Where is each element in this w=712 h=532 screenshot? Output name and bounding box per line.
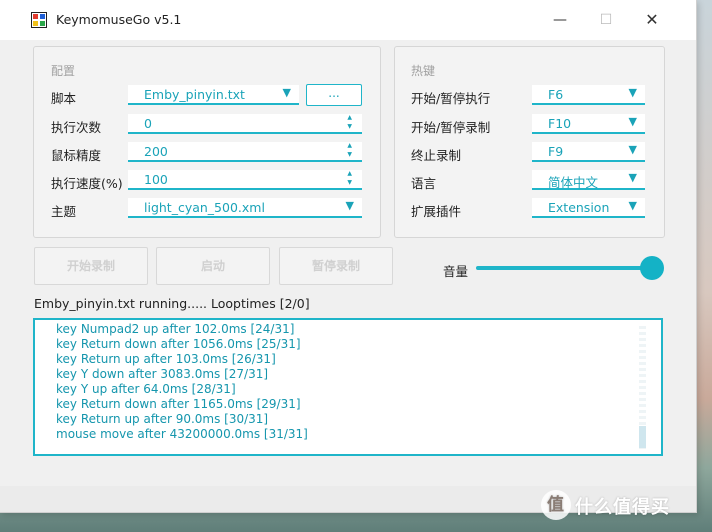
spin-arrows-icon[interactable]: ▲ ▼ <box>347 141 352 159</box>
plugin-value: Extension <box>548 200 610 215</box>
script-label: 脚本 <box>51 91 77 106</box>
log-output[interactable]: key Numpad2 up after 102.0ms [24/31] key … <box>33 318 663 456</box>
minimize-icon[interactable]: — <box>550 10 570 30</box>
language-label: 语言 <box>411 176 437 191</box>
volume-label: 音量 <box>443 264 469 279</box>
chevron-down-icon: ▼ <box>282 86 291 99</box>
mouse-precision-value: 200 <box>144 144 168 159</box>
chevron-down-icon: ▼ <box>628 143 637 156</box>
chevron-down-icon: ▼ <box>628 86 637 99</box>
log-line: key Y down after 3083.0ms [27/31] <box>56 367 269 381</box>
stop-record-label: 终止录制 <box>411 148 462 163</box>
chevron-down-icon: ▼ <box>628 115 637 128</box>
exec-speed-spinbox[interactable]: 100 ▲ ▼ <box>128 170 362 190</box>
start-pause-record-value: F10 <box>548 116 572 131</box>
maximize-icon[interactable]: ☐ <box>596 10 616 30</box>
volume-slider-track[interactable] <box>476 266 652 270</box>
start-pause-record-select[interactable]: F10 ▼ <box>532 114 645 134</box>
exec-count-value: 0 <box>144 116 152 131</box>
mouse-precision-label: 鼠标精度 <box>51 148 102 163</box>
theme-label: 主题 <box>51 204 77 219</box>
log-scrollbar[interactable] <box>639 326 646 450</box>
config-group-title: 配置 <box>51 64 76 78</box>
language-select[interactable]: 简体中文 ▼ <box>532 170 645 190</box>
start-pause-exec-label: 开始/暂停执行 <box>411 91 491 106</box>
pause-record-button[interactable]: 暂停录制 <box>279 247 393 285</box>
exec-speed-label: 执行速度(%) <box>51 176 123 191</box>
spin-arrows-icon[interactable]: ▲ ▼ <box>347 113 352 131</box>
title-bar[interactable]: KeymomuseGo v5.1 — ☐ ✕ <box>0 0 696 40</box>
volume-slider-handle[interactable] <box>640 256 664 280</box>
chevron-down-icon: ▼ <box>345 199 354 212</box>
exec-speed-value: 100 <box>144 172 168 187</box>
window-title: KeymomuseGo v5.1 <box>56 12 182 27</box>
close-icon[interactable]: ✕ <box>642 10 662 30</box>
exec-count-spinbox[interactable]: 0 ▲ ▼ <box>128 114 362 134</box>
exec-count-label: 执行次数 <box>51 120 102 135</box>
watermark-text: 什么值得买 <box>575 497 670 518</box>
watermark-logo: 值 <box>541 490 571 520</box>
log-line: key Return down after 1056.0ms [25/31] <box>56 337 301 351</box>
hotkeys-group-title: 热键 <box>411 64 436 78</box>
log-line: mouse move after 43200000.0ms [31/31] <box>56 427 308 441</box>
spin-arrows-icon[interactable]: ▲ ▼ <box>347 169 352 187</box>
plugin-label: 扩展插件 <box>411 204 462 219</box>
theme-select[interactable]: light_cyan_500.xml ▼ <box>128 198 362 218</box>
theme-value: light_cyan_500.xml <box>144 200 265 215</box>
log-line: key Numpad2 up after 102.0ms [24/31] <box>56 322 295 336</box>
stop-record-select[interactable]: F9 ▼ <box>532 142 645 162</box>
log-line: key Return up after 90.0ms [30/31] <box>56 412 269 426</box>
stop-record-value: F9 <box>548 144 564 159</box>
launch-button[interactable]: 启动 <box>156 247 270 285</box>
start-pause-record-label: 开始/暂停录制 <box>411 120 491 135</box>
log-line: key Return up after 103.0ms [26/31] <box>56 352 276 366</box>
chevron-down-icon: ▼ <box>628 171 637 184</box>
log-lines: key Numpad2 up after 102.0ms [24/31] key … <box>56 322 308 442</box>
app-icon <box>31 12 47 28</box>
status-text: Emby_pinyin.txt running..... Looptimes [… <box>34 296 310 311</box>
script-select[interactable]: Emby_pinyin.txt ▼ <box>128 85 299 105</box>
app-window: KeymomuseGo v5.1 — ☐ ✕ 配置 脚本 Emby_pinyin… <box>0 0 697 513</box>
log-line: key Y up after 64.0ms [28/31] <box>56 382 236 396</box>
mouse-precision-spinbox[interactable]: 200 ▲ ▼ <box>128 142 362 162</box>
plugin-select[interactable]: Extension ▼ <box>532 198 645 218</box>
log-line: key Return down after 1165.0ms [29/31] <box>56 397 301 411</box>
log-scrollbar-thumb[interactable] <box>639 426 646 448</box>
language-value: 简体中文 <box>548 175 599 190</box>
script-value: Emby_pinyin.txt <box>144 87 245 102</box>
start-pause-exec-select[interactable]: F6 ▼ <box>532 85 645 105</box>
browse-button[interactable]: ... <box>306 84 362 106</box>
start-record-button[interactable]: 开始录制 <box>34 247 148 285</box>
chevron-down-icon: ▼ <box>628 199 637 212</box>
start-pause-exec-value: F6 <box>548 87 564 102</box>
